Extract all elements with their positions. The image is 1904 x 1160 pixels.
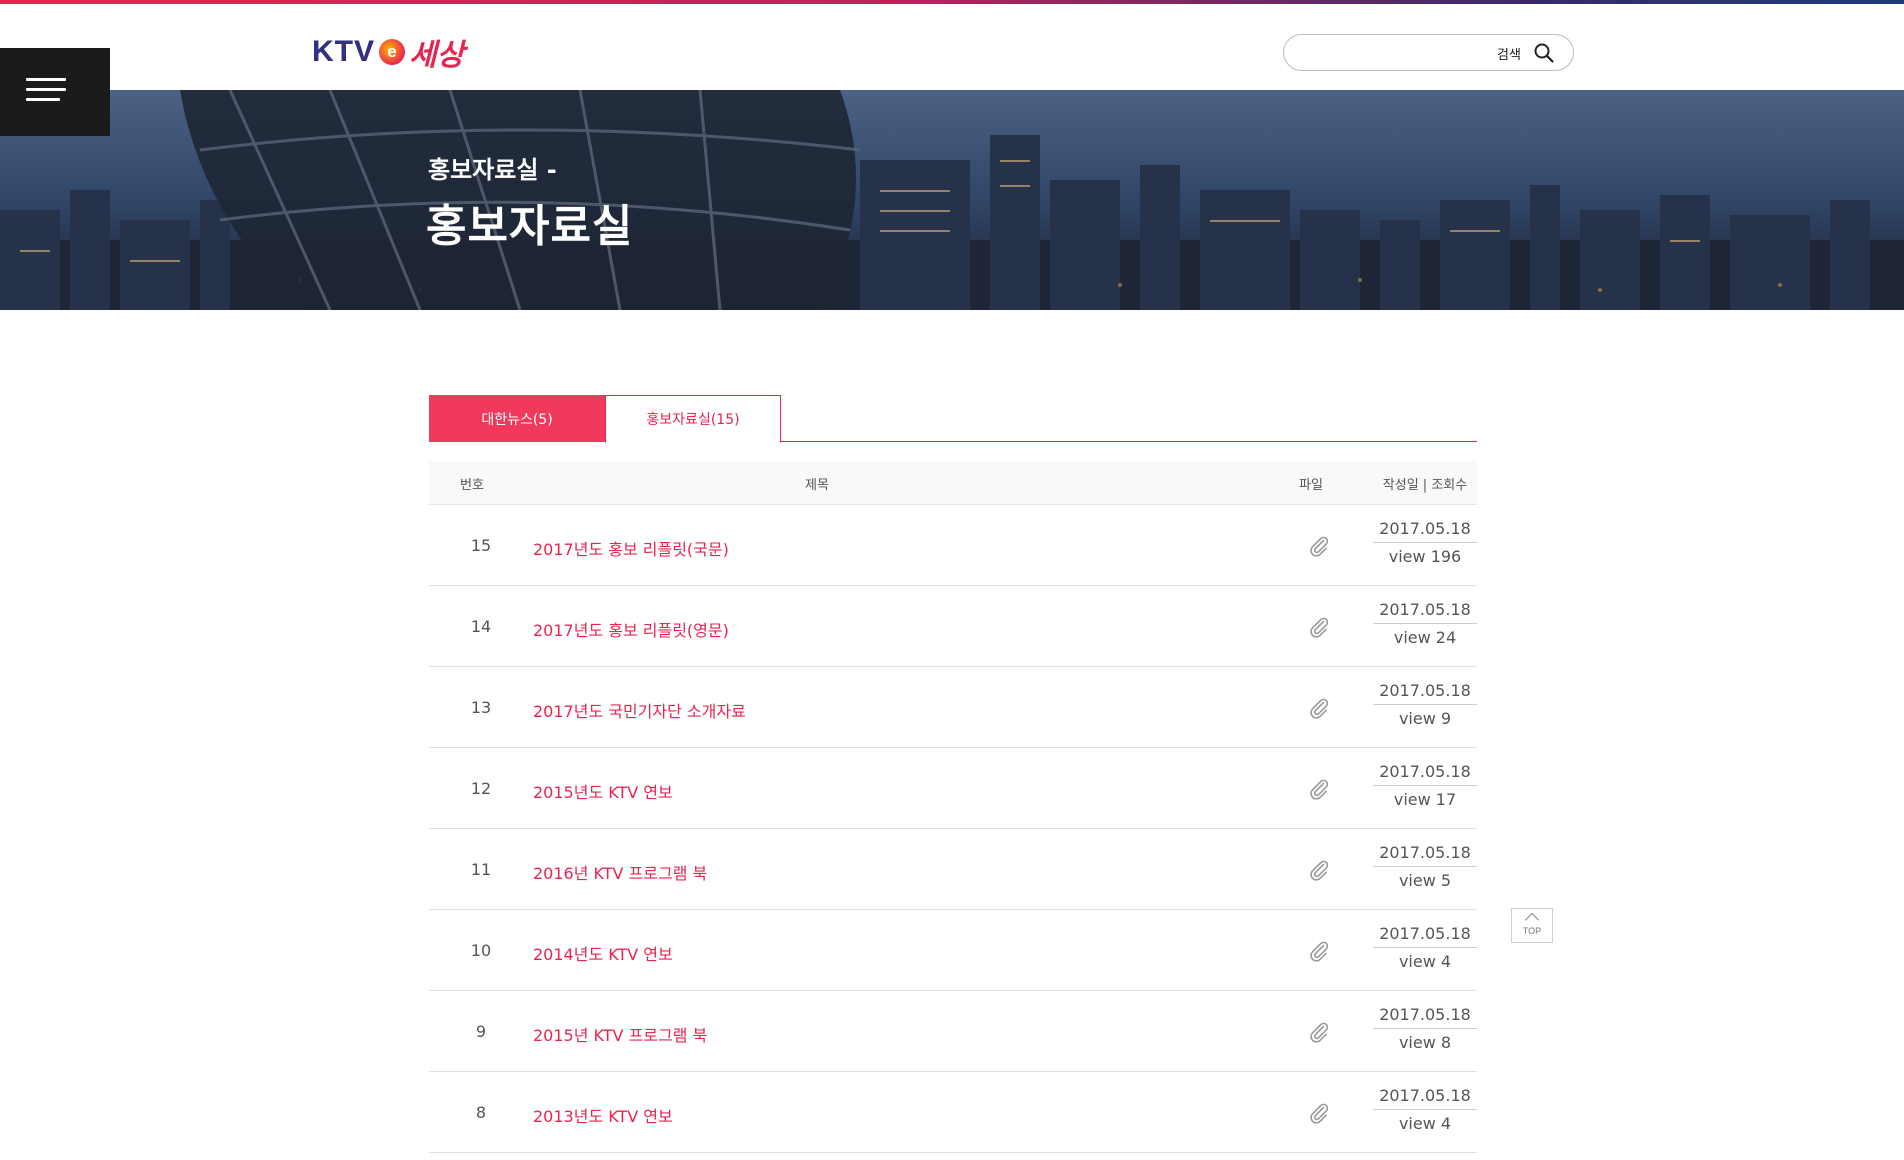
- row-date: 2017.05.18: [1373, 600, 1477, 624]
- row-number: 12: [470, 779, 492, 798]
- site-header: KTV e 세상 검색: [0, 4, 1904, 90]
- board-tabs: 대한뉴스(5) 홍보자료실(15): [429, 395, 1477, 443]
- row-number: 9: [475, 1022, 487, 1041]
- attachment-icon[interactable]: [1307, 615, 1331, 639]
- column-header-file: 파일: [1299, 478, 1323, 493]
- row-title-link[interactable]: 2017년도 홍보 리플릿(영문): [533, 617, 729, 641]
- table-row: 11 2016년 KTV 프로그램 북 2017.05.18 view 5: [429, 829, 1477, 910]
- row-number: 13: [470, 698, 492, 717]
- row-views: view 9: [1398, 709, 1452, 728]
- attachment-icon[interactable]: [1307, 696, 1331, 720]
- table-row: 10 2014년도 KTV 연보 2017.05.18 view 4: [429, 910, 1477, 991]
- logo-e-icon: e: [379, 39, 405, 65]
- attachment-icon[interactable]: [1307, 939, 1331, 963]
- row-number: 15: [470, 536, 492, 555]
- table-header: 번호 제목 파일 작성일 | 조회수: [429, 461, 1477, 505]
- row-views: view 5: [1398, 871, 1452, 890]
- table-row: 12 2015년도 KTV 연보 2017.05.18 view 17: [429, 748, 1477, 829]
- logo-world-text: 세상: [409, 38, 465, 73]
- row-title-link[interactable]: 2015년도 KTV 연보: [533, 779, 673, 803]
- row-date: 2017.05.18: [1373, 924, 1477, 948]
- row-date: 2017.05.18: [1373, 1086, 1477, 1110]
- column-header-date-views: 작성일 | 조회수: [1382, 478, 1468, 493]
- row-title-link[interactable]: 2016년 KTV 프로그램 북: [533, 860, 707, 884]
- search-box: 검색: [1283, 34, 1574, 71]
- scroll-top-button[interactable]: TOP: [1511, 908, 1553, 943]
- row-title-link[interactable]: 2014년도 KTV 연보: [533, 941, 673, 965]
- row-title-link[interactable]: 2013년도 KTV 연보: [533, 1103, 673, 1127]
- search-button-label[interactable]: 검색: [1497, 44, 1521, 63]
- page-banner: 홍보자료실 - 홍보자료실: [0, 90, 1904, 310]
- row-title-link[interactable]: 2015년 KTV 프로그램 북: [533, 1022, 707, 1046]
- row-number: 10: [470, 941, 492, 960]
- row-date: 2017.05.18: [1373, 681, 1477, 705]
- scroll-top-label: TOP: [1522, 926, 1542, 936]
- logo-ktv-text: KTV: [312, 35, 375, 68]
- row-title-link[interactable]: 2017년도 홍보 리플릿(국문): [533, 536, 729, 560]
- board-list: 15 2017년도 홍보 리플릿(국문) 2017.05.18 view 196 14 2…: [429, 505, 1477, 1153]
- city-skyline-image: [0, 90, 1904, 310]
- row-views: view 17: [1393, 790, 1457, 809]
- search-input[interactable]: [1300, 41, 1470, 65]
- row-number: 11: [470, 860, 492, 879]
- page-title: 홍보자료실: [426, 201, 634, 252]
- table-row: 13 2017년도 국민기자단 소개자료 2017.05.18 view 9: [429, 667, 1477, 748]
- row-views: view 4: [1398, 1114, 1452, 1133]
- table-row: 15 2017년도 홍보 리플릿(국문) 2017.05.18 view 196: [429, 505, 1477, 586]
- table-row: 8 2013년도 KTV 연보 2017.05.18 view 4: [429, 1072, 1477, 1153]
- tab-promo-materials[interactable]: 홍보자료실(15): [605, 395, 781, 443]
- search-icon[interactable]: [1533, 42, 1555, 64]
- row-number: 14: [470, 617, 492, 636]
- attachment-icon[interactable]: [1307, 534, 1331, 558]
- attachment-icon[interactable]: [1307, 1101, 1331, 1125]
- attachment-icon[interactable]: [1307, 858, 1331, 882]
- row-date: 2017.05.18: [1373, 762, 1477, 786]
- table-row: 14 2017년도 홍보 리플릿(영문) 2017.05.18 view 24: [429, 586, 1477, 667]
- row-number: 8: [475, 1103, 487, 1122]
- row-views: view 8: [1398, 1033, 1452, 1052]
- site-logo[interactable]: KTV e 세상: [312, 32, 465, 73]
- row-date: 2017.05.18: [1373, 519, 1477, 543]
- row-views: view 4: [1398, 952, 1452, 971]
- attachment-icon[interactable]: [1307, 1020, 1331, 1044]
- tab-daehan-news[interactable]: 대한뉴스(5): [429, 395, 605, 442]
- banner-subtitle: 홍보자료실 -: [428, 156, 557, 184]
- column-header-title: 제목: [805, 478, 829, 493]
- table-row: 9 2015년 KTV 프로그램 북 2017.05.18 view 8: [429, 991, 1477, 1072]
- row-title-link[interactable]: 2017년도 국민기자단 소개자료: [533, 698, 746, 722]
- row-views: view 196: [1388, 547, 1462, 566]
- row-date: 2017.05.18: [1373, 843, 1477, 867]
- row-views: view 24: [1393, 628, 1457, 647]
- arrow-up-icon: [1524, 912, 1540, 928]
- attachment-icon[interactable]: [1307, 777, 1331, 801]
- row-date: 2017.05.18: [1373, 1005, 1477, 1029]
- hamburger-menu-icon[interactable]: [0, 48, 110, 136]
